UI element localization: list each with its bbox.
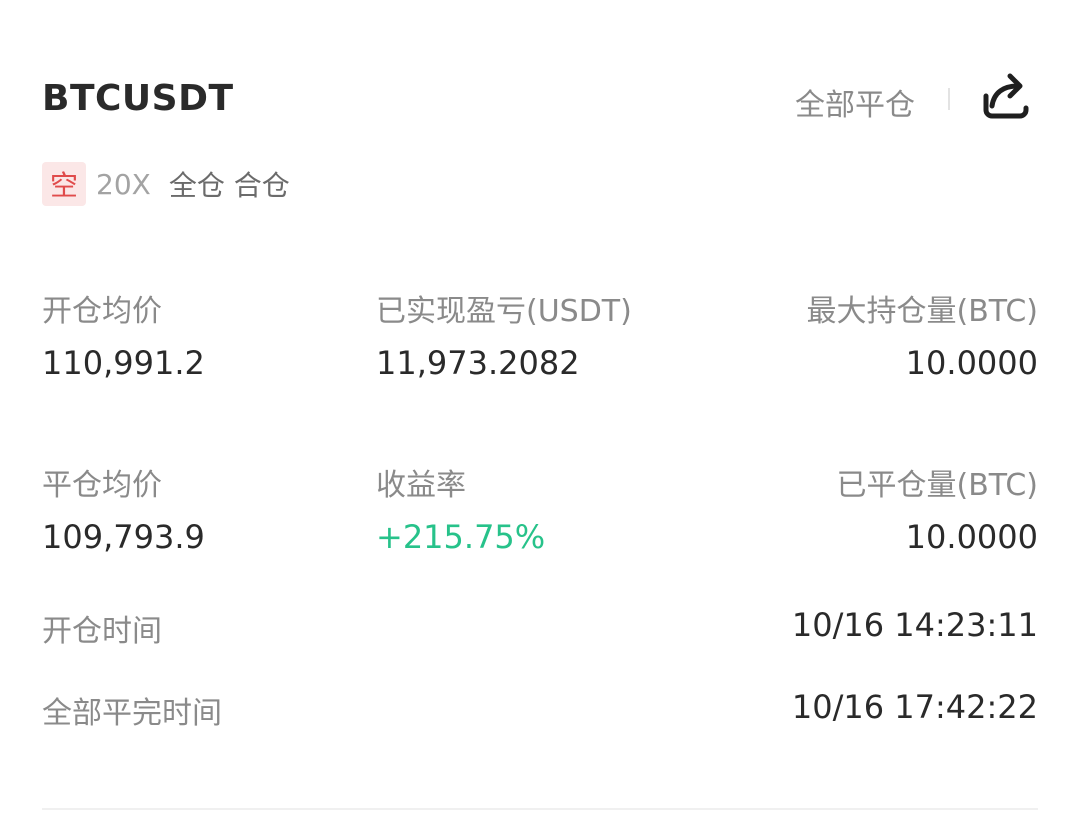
share-icon[interactable] [978,70,1034,122]
max-position-label: 最大持仓量(BTC) [806,294,1038,329]
margin-mode-badge: 全仓 合仓 [168,169,290,202]
close-all-button[interactable]: 全部平仓 [795,80,915,124]
symbol-title: BTCUSDT [42,78,234,119]
direction-badge: 空 [42,162,87,206]
closed-quantity-label: 已平仓量(BTC) [836,468,1038,503]
realized-pnl-value: 11,973.2082 [376,344,580,382]
realized-pnl-label: 已实现盈亏(USDT) [376,294,632,329]
open-avg-price-label: 开仓均价 [42,294,162,329]
leverage-badge: 20X [96,167,151,201]
position-tags: 空 20X 全仓 合仓 [42,162,290,206]
open-avg-price-value: 110,991.2 [42,344,205,382]
close-avg-price-value: 109,793.9 [42,518,205,556]
max-position-value: 10.0000 [905,344,1038,382]
header-divider [948,88,950,110]
roi-value: +215.75% [376,518,546,556]
position-history-card: BTCUSDT 全部平仓 空 20X 全仓 合仓 开仓均价 110,991.2 … [0,0,1080,817]
roi-label: 收益率 [376,468,466,503]
open-time-label: 开仓时间 [42,614,162,649]
bottom-divider [42,808,1038,810]
close-avg-price-label: 平仓均价 [42,468,162,503]
closed-quantity-value: 10.0000 [905,518,1038,556]
open-time-value: 10/16 14:23:11 [791,606,1038,644]
close-time-value: 10/16 17:42:22 [791,688,1038,726]
close-time-label: 全部平完时间 [42,696,222,731]
